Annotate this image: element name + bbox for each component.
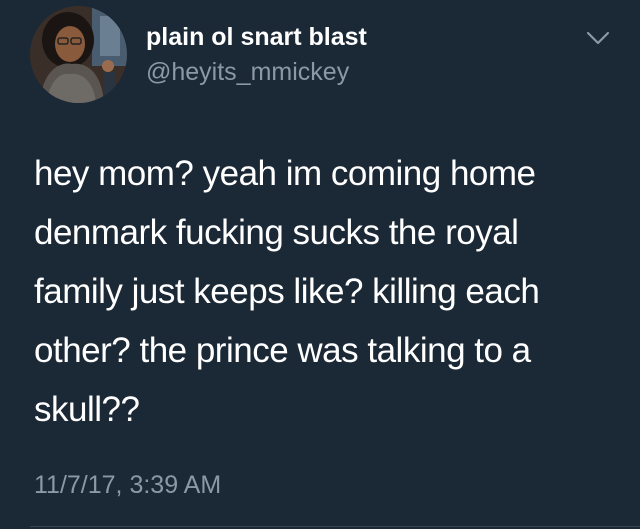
tweet-text-line: skull??: [34, 390, 140, 429]
tweet-text-line: hey mom? yeah im coming home: [34, 154, 536, 193]
tweet-text-line: other? the prince was talking to a: [34, 331, 531, 370]
divider: [30, 526, 640, 527]
avatar[interactable]: [30, 6, 127, 103]
tweet-text: hey mom? yeah im coming home denmark fuc…: [34, 144, 624, 439]
tweet-timestamp[interactable]: 11/7/17, 3:39 AM: [34, 470, 221, 500]
tweet-text-line: family just keeps like? killing each: [34, 272, 540, 311]
avatar-image: [30, 6, 127, 103]
author-handle[interactable]: @heyits_mmickey: [146, 57, 349, 87]
chevron-down-icon[interactable]: [585, 28, 611, 48]
author-display-name[interactable]: plain ol snart blast: [146, 22, 367, 52]
tweet: plain ol snart blast @heyits_mmickey hey…: [0, 0, 640, 529]
tweet-text-line: denmark fucking sucks the royal: [34, 213, 519, 252]
